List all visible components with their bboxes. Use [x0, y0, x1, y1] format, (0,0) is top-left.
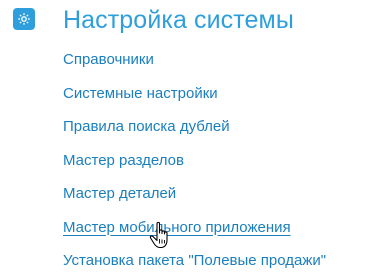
menu-item-field-sales-package[interactable]: Установка пакета "Полевые продажи" [63, 244, 326, 278]
menu-item-section-wizard[interactable]: Мастер разделов [63, 144, 326, 178]
menu-item-mobile-app-wizard[interactable]: Мастер мобильного приложения [63, 211, 326, 245]
menu-item-duplicate-rules[interactable]: Правила поиска дублей [63, 110, 326, 144]
menu-item-lookups[interactable]: Справочники [63, 43, 326, 77]
menu-item-detail-wizard[interactable]: Мастер деталей [63, 177, 326, 211]
settings-menu: Справочники Системные настройки Правила … [63, 43, 326, 278]
menu-item-system-settings[interactable]: Системные настройки [63, 77, 326, 111]
gear-icon [13, 8, 35, 30]
section-title[interactable]: Настройка системы [63, 5, 294, 35]
